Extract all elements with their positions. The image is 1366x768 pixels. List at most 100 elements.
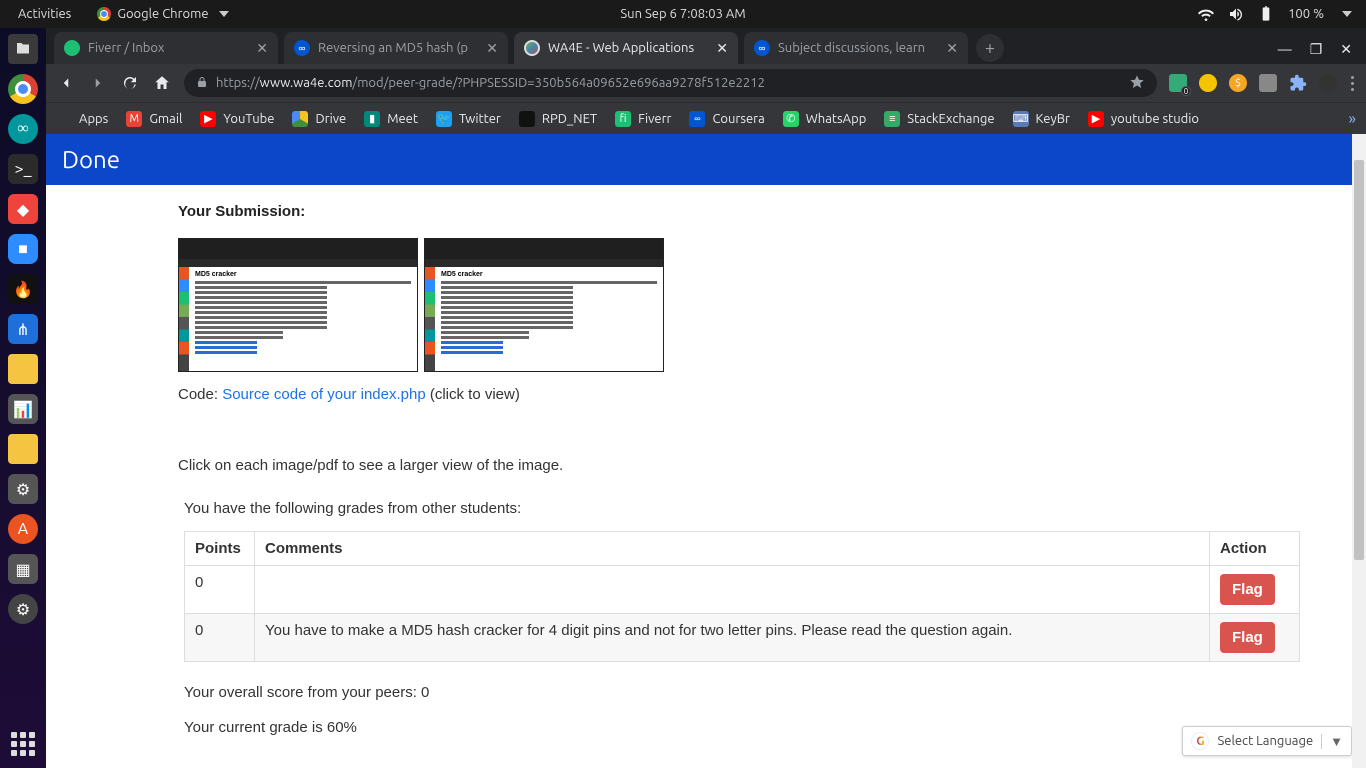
chevron-down-icon: ▼	[1321, 734, 1343, 749]
bookmark-gmail[interactable]: MGmail	[126, 111, 182, 127]
cell-comments	[255, 566, 1210, 614]
fiverr-icon	[64, 40, 80, 56]
minimize-button[interactable]: —	[1278, 41, 1292, 58]
bookmark-whatsapp[interactable]: ✆WhatsApp	[783, 111, 867, 127]
ext-coin-icon[interactable]: $	[1229, 74, 1247, 92]
ext-icon[interactable]	[1259, 74, 1277, 92]
battery-icon[interactable]	[1258, 6, 1274, 22]
header-comments: Comments	[255, 532, 1210, 566]
ext-icon[interactable]	[1319, 74, 1337, 92]
bookmark-meet[interactable]: ▮Meet	[364, 111, 418, 127]
your-submission-label: Your Submission:	[178, 203, 1366, 220]
ext-icon[interactable]: 0	[1169, 74, 1187, 92]
wa4e-icon	[524, 40, 540, 56]
close-icon[interactable]: ✕	[486, 40, 498, 57]
bookmark-youtube[interactable]: ▶YouTube	[200, 111, 274, 127]
close-window-button[interactable]: ✕	[1340, 41, 1352, 58]
language-selector[interactable]: G Select Language ▼	[1182, 726, 1352, 756]
dock-terminal-icon[interactable]: >_	[8, 154, 38, 184]
maximize-button[interactable]: ❐	[1310, 41, 1323, 58]
grades-intro: You have the following grades from other…	[184, 500, 1366, 517]
dock-app6-icon[interactable]: ▦	[8, 554, 38, 584]
dock-app3-icon[interactable]: 📊	[8, 394, 38, 424]
dock-show-apps-icon[interactable]	[11, 732, 35, 756]
chevron-down-icon	[219, 11, 229, 17]
dock-settings-icon[interactable]: ⚙	[8, 594, 38, 624]
home-button[interactable]	[152, 73, 172, 93]
dock-files-icon[interactable]	[8, 34, 38, 64]
os-top-bar: Activities Google Chrome Sun Sep 6 7:08:…	[0, 0, 1366, 28]
tab-discussions[interactable]: Subject discussions, learn ✕	[744, 32, 968, 64]
system-menu-chevron-icon[interactable]	[1342, 11, 1352, 17]
cell-comments: You have to make a MD5 hash cracker for …	[255, 614, 1210, 662]
page-title: Done	[46, 134, 1366, 185]
bookmark-overflow-icon[interactable]: »	[1348, 110, 1356, 128]
close-icon[interactable]: ✕	[716, 40, 728, 57]
flag-button[interactable]: Flag	[1220, 622, 1275, 653]
dock-app-icon[interactable]: 🔥	[8, 274, 38, 304]
dock: ∞ >_ ◆ ■ 🔥 ⋔ 📊 ⚙ A ▦ ⚙	[0, 28, 46, 768]
close-icon[interactable]: ✕	[256, 40, 268, 57]
google-icon: G	[1191, 732, 1209, 750]
forward-button[interactable]	[88, 73, 108, 93]
bookmark-keybr[interactable]: ⌨KeyBr	[1013, 111, 1070, 127]
bookmark-apps[interactable]: Apps	[56, 111, 108, 127]
battery-percent: 100 %	[1288, 7, 1324, 21]
dock-app4-icon[interactable]	[8, 434, 38, 464]
tab-md5[interactable]: Reversing an MD5 hash (p ✕	[284, 32, 508, 64]
submission-thumbnail-2[interactable]: MD5 cracker	[424, 238, 664, 372]
bookmark-rpdnet[interactable]: RPD_NET	[519, 111, 597, 127]
dock-software-icon[interactable]: A	[8, 514, 38, 544]
dock-app2-icon[interactable]	[8, 354, 38, 384]
header-action: Action	[1210, 532, 1300, 566]
table-row: 0 You have to make a MD5 hash cracker fo…	[185, 614, 1300, 662]
cell-points: 0	[185, 566, 255, 614]
extension-icons: 0 $	[1169, 74, 1356, 93]
ext-pacman-icon[interactable]	[1199, 74, 1217, 92]
window-controls: — ❐ ✕	[1278, 41, 1366, 64]
scrollbar[interactable]	[1352, 134, 1366, 768]
lock-icon	[196, 76, 208, 91]
coursera-icon	[294, 40, 310, 56]
volume-icon[interactable]	[1228, 6, 1244, 22]
address-bar[interactable]: https://www.wa4e.com/mod/peer-grade/?PHP…	[184, 69, 1157, 97]
tab-wa4e[interactable]: WA4E - Web Applications ✕	[514, 32, 738, 64]
dock-anydesk-icon[interactable]: ◆	[8, 194, 38, 224]
code-line: Code: Source code of your index.php (cli…	[178, 386, 1366, 403]
chrome-menu-icon[interactable]	[1349, 74, 1356, 93]
submission-thumbnail-1[interactable]: MD5 cracker	[178, 238, 418, 372]
new-tab-button[interactable]: +	[976, 34, 1004, 62]
activities-button[interactable]: Activities	[18, 7, 71, 21]
source-code-link[interactable]: Source code of your index.php	[222, 386, 425, 403]
dock-zoom-icon[interactable]: ■	[8, 234, 38, 264]
bookmark-twitter[interactable]: 🐦Twitter	[436, 111, 501, 127]
close-icon[interactable]: ✕	[946, 40, 958, 57]
browser-toolbar: https://www.wa4e.com/mod/peer-grade/?PHP…	[46, 64, 1366, 102]
page-viewport: Done Your Submission: MD5 cracker MD5 cr…	[46, 134, 1366, 768]
coursera-icon	[754, 40, 770, 56]
table-row: 0 Flag	[185, 566, 1300, 614]
bookmark-stackexchange[interactable]: ≡StackExchange	[884, 111, 994, 127]
dock-vscode-icon[interactable]: ⋔	[8, 314, 38, 344]
bookmark-coursera[interactable]: ∞Coursera	[689, 111, 764, 127]
flag-button[interactable]: Flag	[1220, 574, 1275, 605]
dock-app5-icon[interactable]: ⚙	[8, 474, 38, 504]
back-button[interactable]	[56, 73, 76, 93]
tab-fiverr[interactable]: Fiverr / Inbox ✕	[54, 32, 278, 64]
reload-button[interactable]	[120, 73, 140, 93]
extensions-puzzle-icon[interactable]	[1289, 74, 1307, 92]
scroll-thumb[interactable]	[1354, 160, 1364, 560]
dock-chrome-icon[interactable]	[8, 74, 38, 104]
bookmarks-bar: Apps MGmail ▶YouTube Drive ▮Meet 🐦Twitte…	[46, 102, 1366, 134]
bookmark-fiverr[interactable]: fiFiverr	[615, 111, 671, 127]
header-points: Points	[185, 532, 255, 566]
active-app-menu[interactable]: Google Chrome	[97, 7, 228, 21]
grades-table: Points Comments Action 0 Flag 0 You have…	[184, 531, 1300, 662]
bookmark-drive[interactable]: Drive	[292, 111, 346, 127]
dock-arduino-icon[interactable]: ∞	[8, 114, 38, 144]
tab-strip: Fiverr / Inbox ✕ Reversing an MD5 hash (…	[46, 28, 1366, 64]
clock[interactable]: Sun Sep 6 7:08:03 AM	[620, 7, 745, 21]
bookmark-youtubestudio[interactable]: ▶youtube studio	[1088, 111, 1199, 127]
bookmark-star-icon[interactable]	[1129, 74, 1145, 93]
wifi-icon[interactable]	[1198, 6, 1214, 22]
